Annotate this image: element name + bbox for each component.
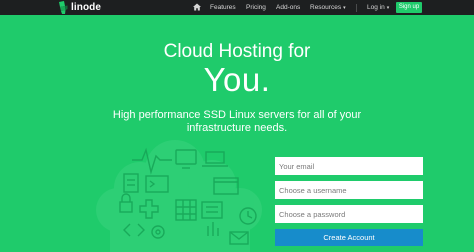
nav-login-label: Log in [367, 4, 385, 11]
email-field[interactable] [275, 157, 423, 175]
signup-form: Create Account [275, 157, 423, 246]
nav-divider [356, 4, 357, 12]
hero-highlight: You. [203, 61, 271, 98]
chevron-down-icon: ▾ [386, 5, 390, 11]
linode-logo-icon [59, 1, 68, 14]
nav-resources[interactable]: Resources ▾ [310, 0, 346, 15]
create-account-button[interactable]: Create Account [275, 229, 423, 246]
top-navbar: linode Features Pricing Add-ons Resource… [0, 0, 474, 15]
linode-logo[interactable]: linode [58, 1, 101, 14]
nav-pricing[interactable]: Pricing [246, 0, 266, 15]
nav-addons[interactable]: Add-ons [276, 0, 300, 15]
cloud-illustration [96, 140, 262, 252]
nav-features[interactable]: Features [210, 0, 236, 15]
home-icon[interactable] [193, 3, 201, 11]
signup-button[interactable]: Sign up [396, 2, 422, 13]
password-field[interactable] [275, 205, 423, 223]
hero-title: Cloud Hosting for [163, 41, 311, 62]
nav-login[interactable]: Log in ▾ [367, 0, 389, 15]
username-field[interactable] [275, 181, 423, 199]
hero-subtitle: High performance SSD Linux servers for a… [112, 109, 362, 134]
chevron-down-icon: ▾ [343, 5, 346, 11]
cloud-shape [96, 140, 262, 252]
nav-resources-label: Resources [310, 4, 342, 11]
logo-text: linode [71, 2, 102, 13]
